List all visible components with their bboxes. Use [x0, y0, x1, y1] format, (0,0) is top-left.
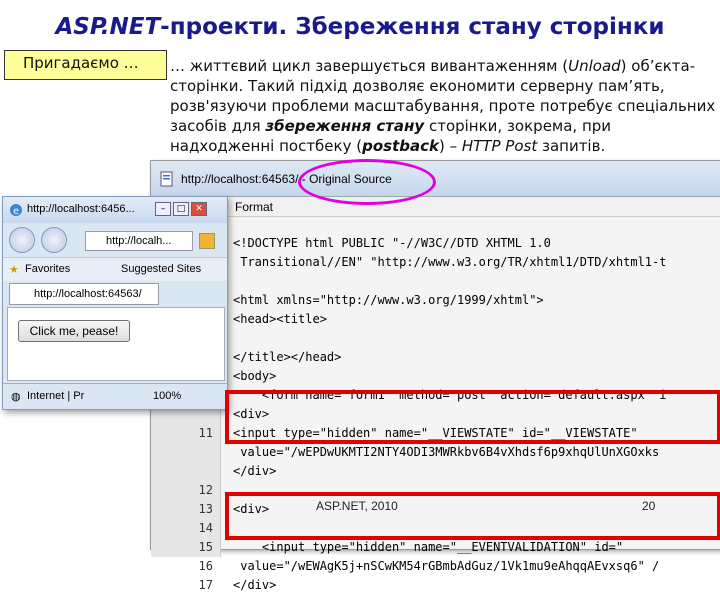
svg-text:e: e — [13, 206, 19, 217]
star-icon: ★ — [9, 264, 19, 276]
click-me-button[interactable]: Click me, pease! — [18, 320, 130, 342]
code-line: value="/wEWAgK5j+nSCwKM54rGBmbAdGuz/1Vk1… — [233, 559, 660, 573]
close-button[interactable]: ✕ — [191, 202, 207, 216]
highlight-ellipse — [298, 159, 436, 205]
browser-window: e http://localhost:6456... – □ ✕ http://… — [2, 196, 228, 410]
suggested-sites-label[interactable]: Suggested Sites — [121, 263, 201, 275]
globe-icon: ◍ — [11, 391, 21, 403]
code-line: Transitional//EN" "http://www.w3.org/TR/… — [233, 255, 667, 269]
browser-title-bar: e http://localhost:6456... – □ ✕ — [3, 197, 227, 223]
forward-button[interactable] — [41, 227, 67, 253]
code-line: <body> — [233, 369, 277, 383]
zone-label: Internet | Pr — [27, 390, 85, 402]
code-line: <input type="hidden" name="__EVENTVALIDA… — [233, 540, 624, 554]
viewstate-highlight — [225, 390, 720, 444]
status-bar: ◍ Internet | Pr 100% — [3, 383, 227, 409]
page-icon — [160, 171, 173, 187]
source-menu-bar: Format — [151, 197, 720, 217]
line-number: 14 — [198, 521, 213, 535]
text-http-post: HTTP Post — [461, 137, 538, 155]
text-part: запитів. — [537, 137, 606, 155]
line-number: 16 — [198, 559, 213, 573]
line-number: 13 — [198, 502, 213, 516]
text-state: збереження стану — [265, 117, 425, 135]
favorites-bar: ★ Favorites Suggested Sites — [3, 257, 227, 281]
browser-tab[interactable]: http://localhost:64563/ — [9, 283, 159, 305]
minimize-button[interactable]: – — [155, 202, 171, 216]
menu-format[interactable]: Format — [235, 200, 273, 214]
line-number: 17 — [198, 578, 213, 592]
footer-course: ASP.NET, 2010 — [316, 499, 398, 513]
code-line: </title></head> — [233, 350, 342, 364]
page-content: Click me, pease! — [7, 307, 225, 381]
code-line: </div> — [233, 578, 277, 592]
title-asp: ASP.NET — [55, 14, 161, 40]
footer-page-number: 20 — [642, 499, 656, 513]
zoom-label[interactable]: 100% — [153, 390, 181, 402]
text-part: … життєвий цикл завершується вивантаженн… — [170, 57, 569, 75]
code-line: </div> — [233, 464, 277, 478]
code-line: <head><title> — [233, 312, 327, 326]
browser-nav-bar: http://localh... — [3, 223, 227, 257]
ie-icon: e — [10, 204, 22, 217]
back-button[interactable] — [9, 227, 35, 253]
title-rest: -проекти. Збереження стану сторінки — [160, 14, 665, 40]
line-number: 11 — [198, 426, 213, 440]
code-line: <html xmlns="http://www.w3.org/1999/xhtm… — [233, 293, 544, 307]
line-number: 15 — [198, 540, 213, 554]
feed-icon[interactable] — [199, 233, 215, 249]
code-line: value="/wEPDwUKMTI2NTY4ODI3MWRkbv6B4vXhd… — [233, 445, 660, 459]
line-number: 12 — [198, 483, 213, 497]
text-postback: postback — [362, 137, 439, 155]
description-text: … життєвий цикл завершується вивантаженн… — [170, 56, 718, 156]
favorites-label[interactable]: Favorites — [25, 263, 70, 275]
slide-title: ASP.NET-проекти. Збереження стану сторін… — [0, 14, 720, 40]
browser-title: http://localhost:6456... — [27, 203, 135, 215]
text-unload: Unload — [568, 57, 621, 75]
browser-address-field[interactable]: http://localh... — [85, 231, 193, 251]
remind-label: Пригадаємо … — [4, 50, 167, 80]
code-line: <!DOCTYPE html PUBLIC "-//W3C//DTD XHTML… — [233, 236, 551, 250]
text-part: ) – — [438, 137, 462, 155]
maximize-button[interactable]: □ — [173, 202, 189, 216]
